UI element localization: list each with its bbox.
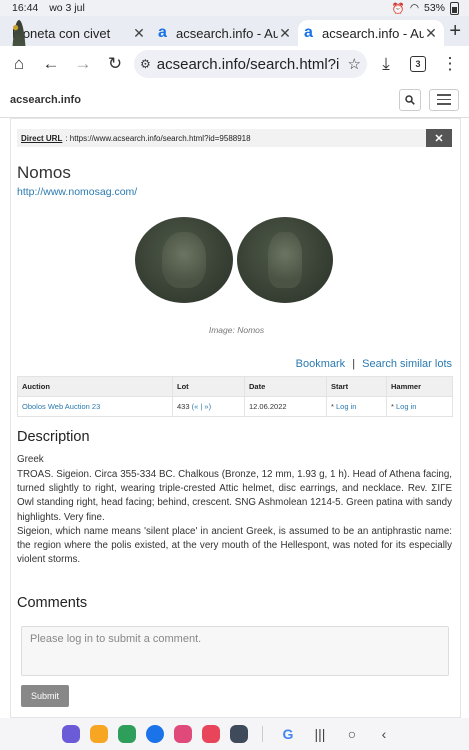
col-start: Start xyxy=(326,376,387,397)
direct-url-bar: Direct URL : https://www.acsearch.info/s… xyxy=(17,129,452,147)
direct-url-label: Direct URL xyxy=(21,133,63,143)
apps-icon[interactable] xyxy=(230,725,248,743)
coin-reverse xyxy=(237,217,333,303)
download-icon[interactable]: ⤓ xyxy=(373,51,399,77)
wifi-icon: ◠ xyxy=(409,2,419,14)
close-icon[interactable]: ✕ xyxy=(132,25,146,42)
tab-strip: ● Moneta con civet ✕ a acsearch.info - A… xyxy=(0,16,469,46)
reload-icon[interactable]: ↻ xyxy=(102,51,128,77)
new-tab-icon[interactable]: + xyxy=(449,20,461,43)
direct-url-value[interactable]: : https://www.acsearch.info/search.html?… xyxy=(65,134,250,143)
close-icon[interactable]: ✕ xyxy=(424,25,438,42)
back-icon[interactable]: ← xyxy=(38,51,64,77)
bookmark-star-icon[interactable]: ☆ xyxy=(348,55,361,73)
site-settings-icon[interactable]: ⚙ xyxy=(140,57,151,71)
camera-icon[interactable] xyxy=(202,725,220,743)
col-auction: Auction xyxy=(17,376,173,397)
coin-obverse xyxy=(135,217,233,303)
tab-switcher-button[interactable]: 3 xyxy=(405,51,431,77)
url-text[interactable]: acsearch.info/search.html?i xyxy=(157,56,342,73)
table-row: Obolos Web Auction 23 433 (« | ») 12.06.… xyxy=(17,396,453,417)
tab-title: acsearch.info - Au xyxy=(176,25,278,41)
messages-icon[interactable] xyxy=(146,725,164,743)
menu-icon-line xyxy=(437,103,451,105)
start-prefix: * xyxy=(331,402,334,411)
google-icon[interactable]: G xyxy=(277,726,299,742)
auction-house-link[interactable]: http://www.nomosag.com/ xyxy=(17,186,137,198)
acsearch-favicon-icon: a xyxy=(304,24,313,41)
home-nav-icon[interactable]: ○ xyxy=(341,726,363,742)
comments-heading: Comments xyxy=(17,595,88,611)
submit-button[interactable]: Submit xyxy=(21,685,69,707)
description-category: Greek xyxy=(17,454,44,465)
close-icon[interactable]: ✕ xyxy=(278,25,292,42)
search-icon xyxy=(405,94,415,105)
site-logo[interactable]: acsearch.info xyxy=(10,94,81,106)
comment-input[interactable]: Please log in to submit a comment. xyxy=(21,626,449,676)
status-bar: 16:44 wo 3 jul ⏰ ◠ 53% xyxy=(0,0,469,16)
tab-moneta[interactable]: ● Moneta con civet ✕ xyxy=(6,20,152,46)
gallery-icon[interactable] xyxy=(174,725,192,743)
recents-icon[interactable]: ||| xyxy=(309,726,331,742)
menu-icon-line xyxy=(437,98,451,101)
notes-icon[interactable] xyxy=(90,725,108,743)
col-date: Date xyxy=(244,376,327,397)
image-caption: Image: Nomos xyxy=(208,325,265,335)
start-login-link[interactable]: Log in xyxy=(336,402,356,411)
bookmark-link[interactable]: Bookmark xyxy=(296,358,346,370)
navigation-bar: G ||| ○ ‹ xyxy=(0,718,469,750)
close-direct-url-button[interactable]: ✕ xyxy=(426,129,452,147)
lot-nav-links[interactable]: (« | ») xyxy=(192,402,211,411)
tab-acsearch-1[interactable]: a acsearch.info - Au ✕ xyxy=(152,20,298,46)
tab-count: 3 xyxy=(410,56,426,72)
calendar-icon[interactable] xyxy=(118,725,136,743)
status-left: 16:44 wo 3 jul xyxy=(12,2,93,14)
description-text: TROAS. Sigeion. Circa 355-334 BC. Chalko… xyxy=(17,469,452,523)
header-buttons xyxy=(399,88,459,111)
battery-icon xyxy=(450,1,459,15)
tab-acsearch-2[interactable]: a acsearch.info - Au ✕ xyxy=(298,20,444,46)
owl-figure xyxy=(267,232,303,288)
browser-toolbar: ⌂ ← → ↻ ⚙ acsearch.info/search.html?i ☆ … xyxy=(0,46,469,82)
auction-date: 12.06.2022 xyxy=(249,402,287,411)
col-hammer: Hammer xyxy=(386,376,453,397)
tab-title: acsearch.info - Au xyxy=(322,25,424,41)
description-note: Sigeion, which name means 'silent place'… xyxy=(17,526,452,566)
battery-level: 53% xyxy=(423,2,445,14)
home-icon[interactable]: ⌂ xyxy=(6,51,32,77)
lot-actions: Bookmark | Search similar lots xyxy=(296,358,452,370)
status-date: wo 3 jul xyxy=(49,2,85,14)
hammer-prefix: * xyxy=(391,402,394,411)
status-right: ⏰ ◠ 53% xyxy=(391,1,459,15)
athena-head xyxy=(162,232,206,288)
tab-title: Moneta con civet xyxy=(12,25,111,41)
coin-image[interactable] xyxy=(135,217,335,303)
lot-page: Direct URL : https://www.acsearch.info/s… xyxy=(10,118,461,718)
internet-icon[interactable] xyxy=(62,725,80,743)
forward-icon[interactable]: → xyxy=(70,51,96,77)
nav-divider xyxy=(262,726,263,742)
col-lot: Lot xyxy=(172,376,245,397)
back-nav-icon[interactable]: ‹ xyxy=(373,726,395,742)
search-similar-link[interactable]: Search similar lots xyxy=(362,358,452,370)
more-icon[interactable]: ⋮ xyxy=(437,51,463,77)
auction-table: Auction Lot Date Start Hammer Obolos Web… xyxy=(17,376,453,417)
action-separator: | xyxy=(352,358,356,370)
acsearch-favicon-icon: a xyxy=(158,24,167,41)
auction-link[interactable]: Obolos Web Auction 23 xyxy=(22,402,100,411)
table-header-row: Auction Lot Date Start Hammer xyxy=(17,376,453,397)
menu-button[interactable] xyxy=(429,88,459,111)
description-heading: Description xyxy=(17,429,90,445)
alarm-icon: ⏰ xyxy=(391,2,405,15)
site-header: acsearch.info xyxy=(0,82,469,118)
status-time: 16:44 xyxy=(12,2,39,14)
search-button[interactable] xyxy=(399,88,421,111)
auction-house-name: Nomos xyxy=(17,163,71,182)
hammer-login-link[interactable]: Log in xyxy=(396,402,416,411)
menu-icon xyxy=(437,94,451,96)
coin-icon: ● xyxy=(12,20,26,46)
lot-number: 433 xyxy=(177,402,190,411)
address-bar[interactable]: ⚙ acsearch.info/search.html?i ☆ xyxy=(134,50,367,78)
